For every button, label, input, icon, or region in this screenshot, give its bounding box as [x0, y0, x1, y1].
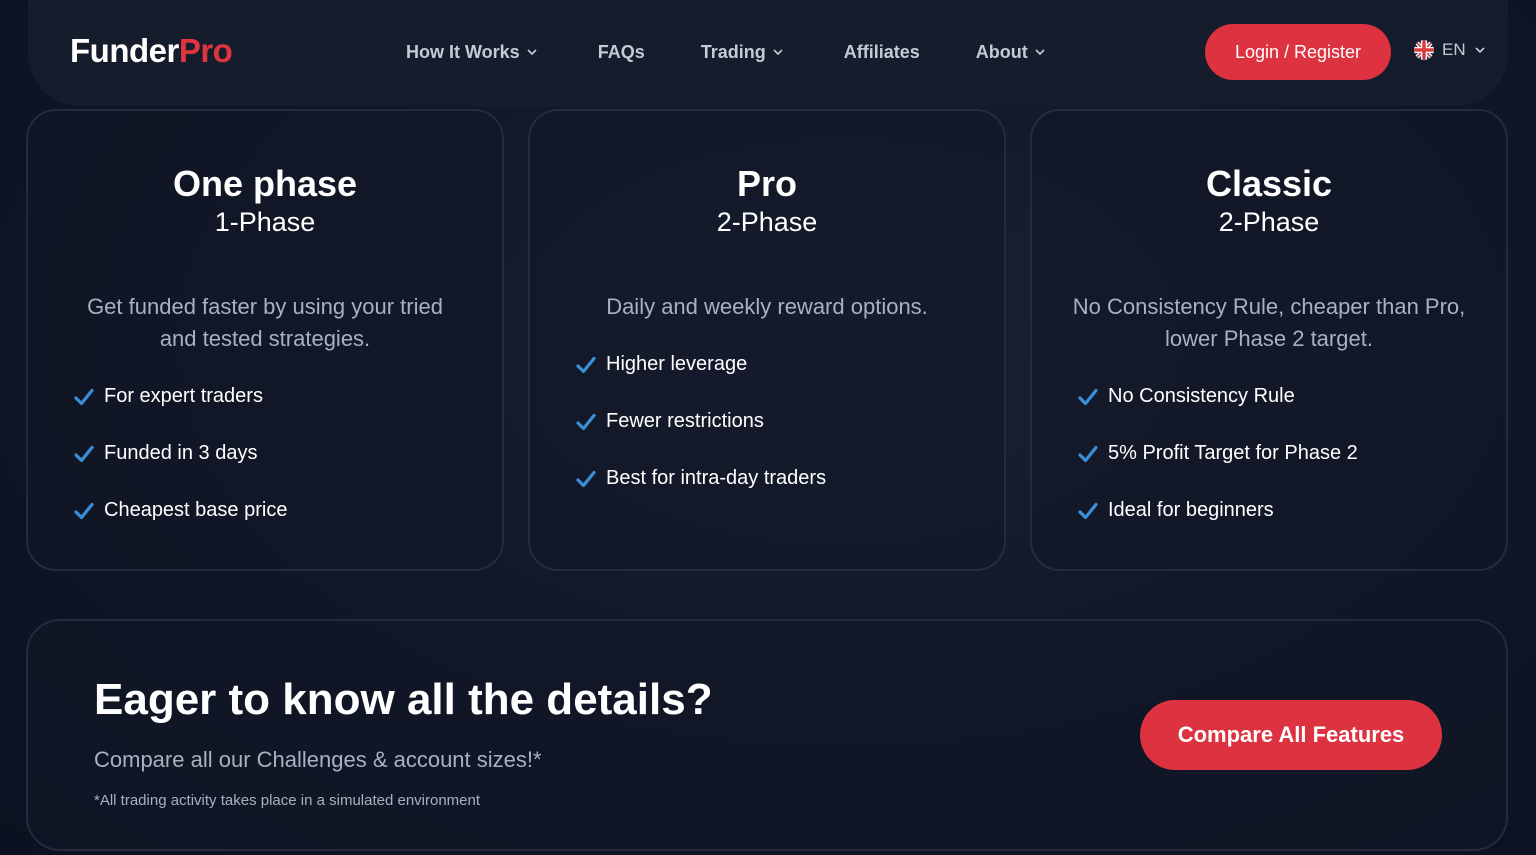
card-title: Pro: [736, 163, 797, 204]
nav-how-it-works-label: How It Works: [406, 41, 520, 62]
challenge-card-pro: Pro 2-Phase Daily and weekly reward opti…: [528, 109, 1006, 571]
feature-label: No Consistency Rule: [1108, 385, 1295, 407]
chevron-down-icon: [773, 49, 783, 56]
feature-label: For expert traders: [104, 385, 263, 407]
check-icon: [74, 445, 94, 462]
nav-faqs-label: FAQs: [597, 41, 645, 62]
feature-label: Cheapest base price: [104, 499, 288, 521]
chevron-down-icon: [1475, 47, 1485, 54]
challenge-card-one-phase: One phase 1-Phase Get funded faster by u…: [26, 109, 504, 571]
nav-trading[interactable]: Trading: [701, 38, 784, 66]
check-icon: [74, 388, 94, 405]
check-icon: [74, 502, 94, 519]
feature-item: Cheapest base price: [74, 482, 287, 539]
check-icon: [1078, 388, 1098, 405]
feature-label: Higher leverage: [606, 353, 748, 375]
logo-text-funder: Funder: [70, 32, 179, 69]
logo-text-pro: Pro: [178, 32, 233, 69]
cta-title: Eager to know all the details?: [94, 675, 713, 724]
nav-faqs[interactable]: FAQs: [598, 38, 645, 66]
feature-item: Fewer restrictions: [576, 393, 826, 450]
nav-trading-label: Trading: [700, 41, 766, 62]
card-subtitle: 2-Phase: [716, 207, 818, 237]
feature-label: Best for intra-day traders: [606, 467, 827, 489]
card-subtitle: 2-Phase: [1218, 207, 1320, 237]
card-subtitle: 1-Phase: [214, 207, 316, 237]
feature-label: Funded in 3 days: [104, 442, 258, 464]
funderpro-logo[interactable]: Funder Pro: [70, 32, 233, 70]
nav-about-label: About: [975, 41, 1028, 62]
feature-label: Fewer restrictions: [606, 410, 764, 432]
language-selector[interactable]: EN: [1414, 40, 1486, 60]
feature-item: 5% Profit Target for Phase 2: [1078, 425, 1358, 482]
check-icon: [1078, 502, 1098, 519]
nav-affiliates[interactable]: Affiliates: [844, 38, 920, 66]
feature-list: No Consistency Rule 5% Profit Target for…: [1078, 368, 1358, 539]
feature-list: Higher leverage Fewer restrictions Best …: [576, 336, 826, 507]
challenge-card-classic: Classic 2-Phase No Consistency Rule, che…: [1030, 109, 1508, 571]
feature-list: For expert traders Funded in 3 days Chea…: [74, 368, 287, 539]
card-title: One phase: [172, 163, 358, 204]
check-icon: [1078, 445, 1098, 462]
card-title: Classic: [1205, 163, 1333, 204]
compare-all-features-button[interactable]: Compare All Features: [1140, 700, 1442, 770]
feature-item: Higher leverage: [576, 336, 826, 393]
login-register-button[interactable]: Login / Register: [1205, 24, 1391, 80]
feature-item: For expert traders: [74, 368, 287, 425]
compare-cta-section: Eager to know all the details? Compare a…: [26, 619, 1508, 851]
check-icon: [576, 470, 596, 487]
feature-item: No Consistency Rule: [1078, 368, 1358, 425]
chevron-down-icon: [1035, 49, 1045, 56]
card-description: No Consistency Rule, cheaper than Pro, l…: [1072, 294, 1466, 351]
language-code: EN: [1442, 40, 1466, 59]
card-description: Get funded faster by using your tried an…: [87, 294, 443, 351]
feature-item: Best for intra-day traders: [576, 450, 826, 507]
check-icon: [576, 413, 596, 430]
nav-links: How It Works FAQs Trading Affiliates Abo…: [406, 38, 1046, 66]
top-navbar: Funder Pro How It Works FAQs Trading Affi…: [28, 0, 1508, 106]
uk-flag-icon: [1414, 40, 1434, 60]
cta-subtitle: Compare all our Challenges & account siz…: [94, 747, 542, 772]
nav-affiliates-label: Affiliates: [843, 41, 920, 62]
card-description: Daily and weekly reward options.: [606, 294, 928, 319]
feature-item: Ideal for beginners: [1078, 482, 1358, 539]
feature-label: Ideal for beginners: [1108, 499, 1274, 521]
check-icon: [576, 356, 596, 373]
cta-disclaimer: *All trading activity takes place in a s…: [94, 792, 481, 809]
nav-about[interactable]: About: [976, 38, 1046, 66]
chevron-down-icon: [527, 49, 537, 56]
nav-how-it-works[interactable]: How It Works: [406, 38, 538, 66]
feature-label: 5% Profit Target for Phase 2: [1108, 442, 1358, 464]
feature-item: Funded in 3 days: [74, 425, 287, 482]
